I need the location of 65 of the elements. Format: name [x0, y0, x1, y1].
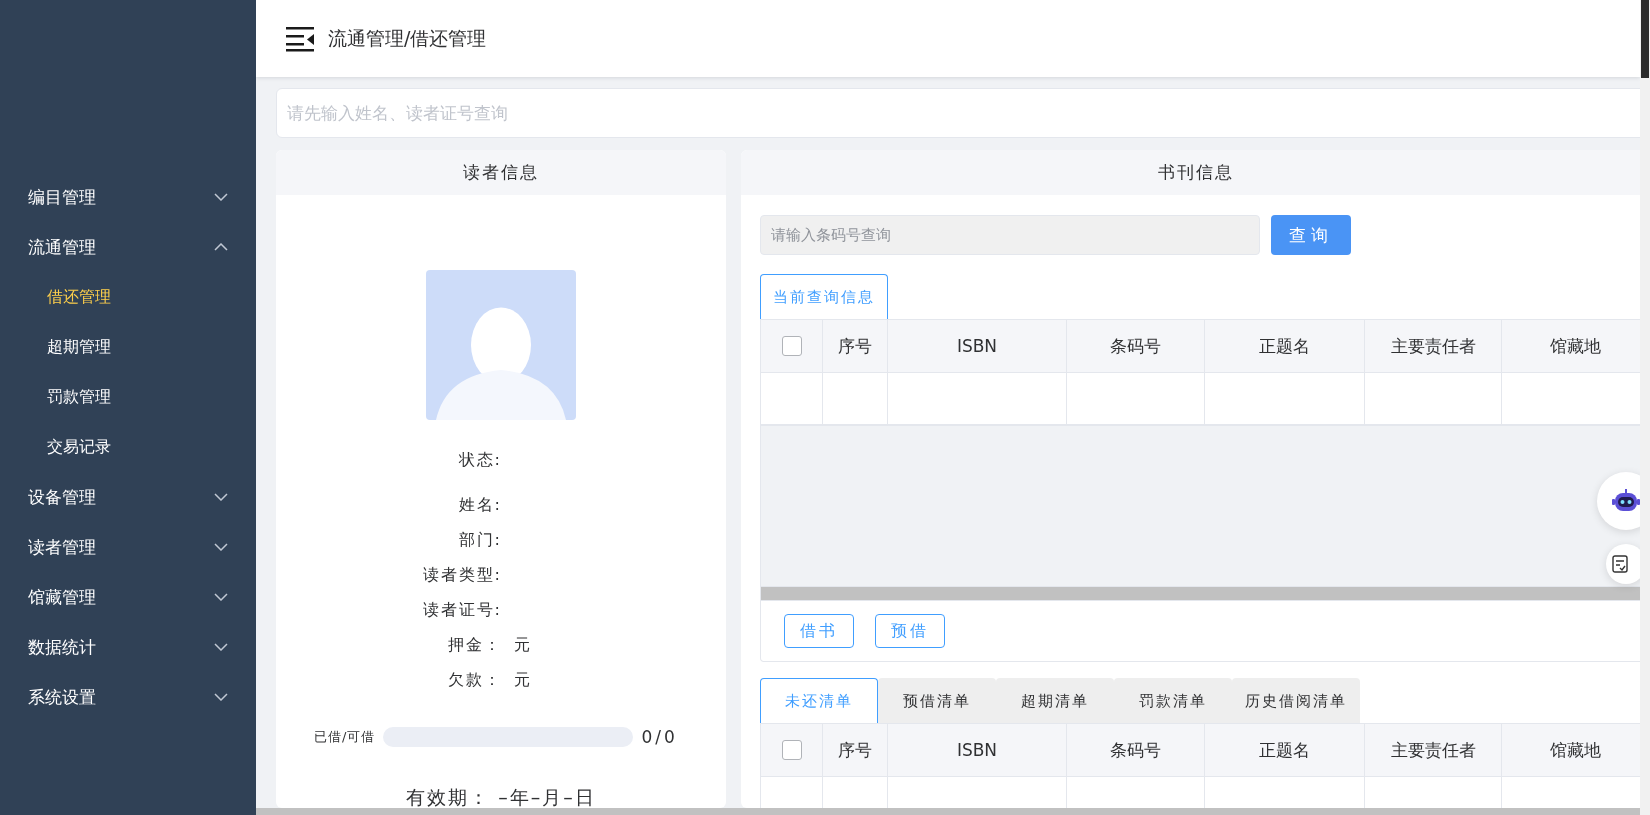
- column-header: 条码号: [1067, 724, 1205, 777]
- field-label: 押金：: [447, 634, 502, 656]
- column-header: ISBN: [888, 320, 1067, 373]
- chevron-down-icon: [214, 643, 228, 651]
- field-label: 状态:: [457, 449, 502, 471]
- chevron-up-icon: [214, 243, 228, 251]
- chevron-down-icon: [214, 593, 228, 601]
- chevron-down-icon: [214, 493, 228, 501]
- field-value: 元: [514, 634, 531, 656]
- column-header: 馆藏地: [1502, 724, 1640, 777]
- sidebar-subitem[interactable]: 交易记录: [0, 422, 256, 472]
- field-label: 欠款：: [447, 669, 502, 691]
- breadcrumb: 流通管理/借还管理: [328, 25, 487, 51]
- tab[interactable]: 罚款清单: [1114, 678, 1232, 723]
- sidebar-item[interactable]: 馆藏管理: [0, 572, 256, 622]
- sidebar-item-label: 馆藏管理: [28, 585, 96, 609]
- sidebar-item[interactable]: 编目管理: [0, 172, 256, 222]
- sidebar-item-label: 系统设置: [28, 685, 96, 709]
- tab[interactable]: 超期清单: [996, 678, 1114, 723]
- column-header: ISBN: [888, 724, 1067, 777]
- sidebar-item-label: 流通管理: [28, 235, 96, 259]
- sidebar-subitem[interactable]: 罚款管理: [0, 372, 256, 422]
- robot-icon: [1612, 489, 1640, 513]
- sidebar-subitem[interactable]: 借还管理: [0, 272, 256, 322]
- field-label: 部门:: [457, 529, 502, 551]
- column-header: 正题名: [1205, 724, 1365, 777]
- chevron-down-icon: [214, 693, 228, 701]
- tab[interactable]: 预借清单: [878, 678, 996, 723]
- sidebar-item[interactable]: 数据统计: [0, 622, 256, 672]
- field-label: 姓名:: [457, 494, 502, 516]
- validity-text: 有效期： –年–月–日: [406, 785, 596, 808]
- menu-collapse-icon[interactable]: [286, 25, 314, 52]
- column-header: 主要责任者: [1365, 320, 1502, 373]
- sidebar-item-label: 设备管理: [28, 485, 96, 509]
- sidebar-item-label: 读者管理: [28, 535, 96, 559]
- horizontal-scrollbar[interactable]: [761, 586, 1640, 600]
- sidebar-item[interactable]: 读者管理: [0, 522, 256, 572]
- panel-title: 读者信息: [276, 150, 726, 195]
- field-label: 读者类型:: [421, 564, 502, 586]
- select-all-checkbox[interactable]: [781, 336, 802, 356]
- column-header: 主要责任者: [1365, 724, 1502, 777]
- sidebar-item[interactable]: 设备管理: [0, 472, 256, 522]
- panel-title: 书刊信息: [741, 150, 1640, 195]
- chevron-down-icon: [214, 193, 228, 201]
- horizontal-scrollbar[interactable]: [256, 808, 1640, 815]
- column-header: 正题名: [1205, 320, 1365, 373]
- chevron-down-icon: [214, 543, 228, 551]
- column-header: 序号: [823, 724, 888, 777]
- vertical-scrollbar[interactable]: [1640, 0, 1650, 815]
- sidebar-item[interactable]: 系统设置: [0, 672, 256, 722]
- loan-count: 0/0: [641, 727, 678, 747]
- sidebar-item-label: 数据统计: [28, 635, 96, 659]
- select-all-checkbox[interactable]: [781, 740, 802, 760]
- checklist-icon: [1612, 555, 1628, 573]
- sidebar-item-label: 编目管理: [28, 185, 96, 209]
- column-header: 馆藏地: [1502, 320, 1640, 373]
- field-label: 读者证号:: [421, 599, 502, 621]
- column-header: 序号: [823, 320, 888, 373]
- column-header: 条码号: [1067, 320, 1205, 373]
- reader-search-field[interactable]: 请先输入姓名、读者证号查询: [276, 88, 1640, 138]
- sidebar-subitem[interactable]: 超期管理: [0, 322, 256, 372]
- tab[interactable]: 历史借阅清单: [1232, 678, 1360, 723]
- sidebar-item[interactable]: 流通管理: [0, 222, 256, 272]
- field-value: 元: [514, 669, 531, 691]
- loan-label: 已借/可借: [314, 728, 376, 746]
